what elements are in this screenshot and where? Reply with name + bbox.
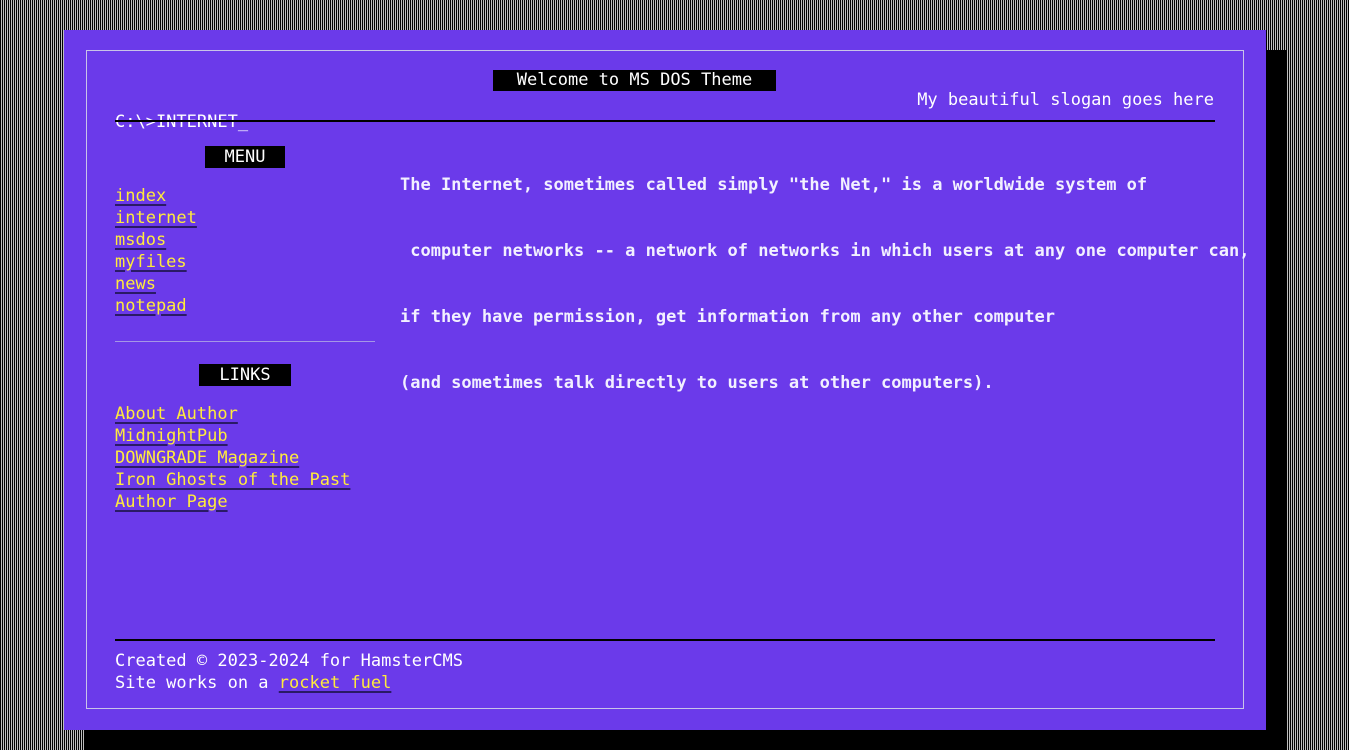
link-midnightpub[interactable]: MidnightPub bbox=[115, 426, 228, 446]
menu-heading: MENU bbox=[204, 146, 286, 168]
window-title: Welcome to MS DOS Theme bbox=[493, 70, 776, 91]
menu-item: index bbox=[115, 185, 375, 207]
footer-powered-text: Site works on a bbox=[115, 673, 279, 693]
menu-item: news bbox=[115, 273, 375, 295]
link-item: Iron Ghosts of the Past bbox=[115, 469, 375, 491]
content-line: computer networks -- a network of networ… bbox=[400, 241, 1250, 261]
menu-link-index[interactable]: index bbox=[115, 186, 166, 206]
main-content: The Internet, sometimes called simply "t… bbox=[400, 130, 1250, 438]
links-list: About Author MidnightPub DOWNGRADE Magaz… bbox=[115, 403, 375, 513]
menu-link-msdos[interactable]: msdos bbox=[115, 230, 166, 250]
menu-item: msdos bbox=[115, 229, 375, 251]
link-item: MidnightPub bbox=[115, 425, 375, 447]
link-item: DOWNGRADE Magazine bbox=[115, 447, 375, 469]
menu-item: internet bbox=[115, 207, 375, 229]
content-line: if they have permission, get information… bbox=[400, 307, 1056, 327]
sidebar-divider bbox=[115, 341, 375, 342]
content-line: (and sometimes talk directly to users at… bbox=[400, 373, 994, 393]
link-item: About Author bbox=[115, 403, 375, 425]
menu-link-myfiles[interactable]: myfiles bbox=[115, 252, 187, 272]
sidebar: MENU index internet msdos myfiles news n… bbox=[115, 146, 375, 513]
site-slogan: My beautiful slogan goes here bbox=[917, 90, 1214, 110]
menu-item: myfiles bbox=[115, 251, 375, 273]
rocket-fuel-link[interactable]: rocket fuel bbox=[279, 673, 392, 693]
footer: Created © 2023-2024 for HamsterCMS Site … bbox=[115, 650, 463, 694]
menu-link-news[interactable]: news bbox=[115, 274, 156, 294]
menu-link-internet[interactable]: internet bbox=[115, 208, 197, 228]
menu-item: notepad bbox=[115, 295, 375, 317]
command-prompt: C:\>INTERNET_ bbox=[115, 112, 249, 132]
menu-link-notepad[interactable]: notepad bbox=[115, 296, 187, 316]
content-line: The Internet, sometimes called simply "t… bbox=[400, 175, 1148, 195]
link-item: Author Page bbox=[115, 491, 375, 513]
links-heading: LINKS bbox=[199, 364, 291, 386]
link-downgrade-magazine[interactable]: DOWNGRADE Magazine bbox=[115, 448, 299, 468]
footer-powered: Site works on a rocket fuel bbox=[115, 672, 463, 694]
link-author-page[interactable]: Author Page bbox=[115, 492, 228, 512]
dos-window: Welcome to MS DOS Theme My beautiful slo… bbox=[64, 30, 1266, 730]
link-about-author[interactable]: About Author bbox=[115, 404, 238, 424]
menu-list: index internet msdos myfiles news notepa… bbox=[115, 185, 375, 317]
header-divider bbox=[115, 120, 1215, 122]
footer-divider bbox=[115, 639, 1215, 641]
link-iron-ghosts[interactable]: Iron Ghosts of the Past bbox=[115, 470, 350, 490]
footer-copyright: Created © 2023-2024 for HamsterCMS bbox=[115, 651, 463, 671]
